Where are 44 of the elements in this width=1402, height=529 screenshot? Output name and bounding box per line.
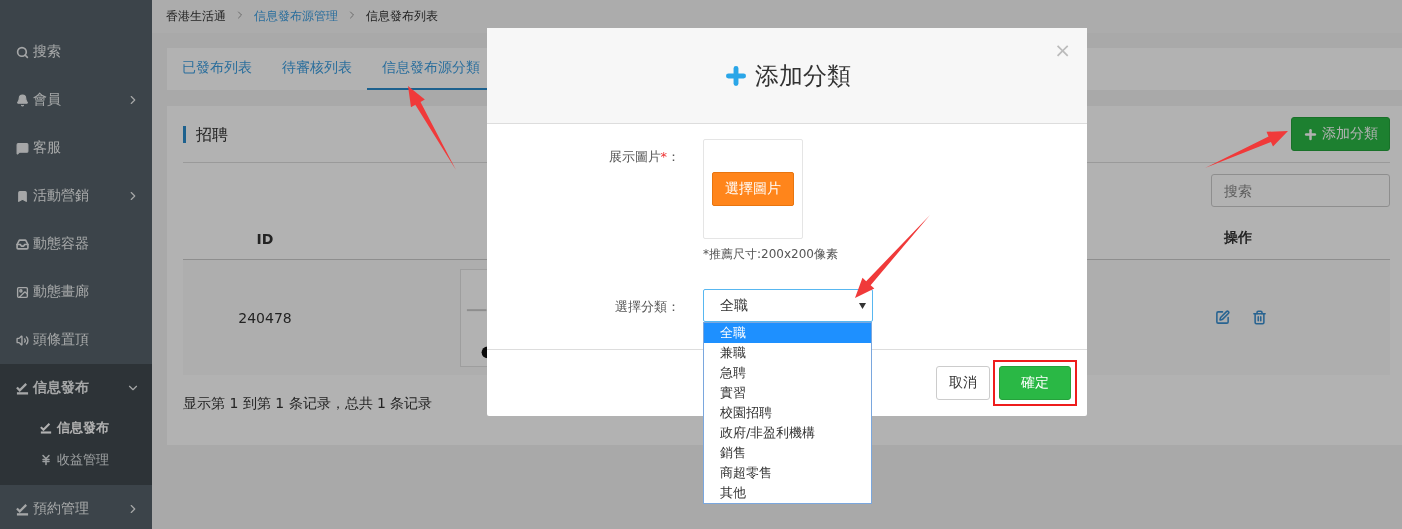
sidebar-subitem[interactable]: 信息發布: [0, 412, 152, 444]
sidebar-item[interactable]: 會員: [0, 76, 152, 124]
tab[interactable]: 已發布列表: [167, 48, 267, 90]
check-icon: [16, 381, 29, 395]
tab[interactable]: 待審核列表: [267, 48, 367, 90]
image-icon: [16, 285, 29, 299]
breadcrumb-item: 香港生活通: [166, 8, 226, 25]
breadcrumb-link[interactable]: 信息發布源管理: [254, 8, 338, 25]
sidebar-item[interactable]: 預約管理: [0, 485, 152, 529]
category-select[interactable]: 全職: [703, 289, 873, 322]
search-field[interactable]: 搜索: [1211, 174, 1390, 207]
sidebar-item[interactable]: 客服: [0, 124, 152, 172]
sidebar-item[interactable]: 活動營銷: [0, 172, 152, 220]
add-category-button[interactable]: 添加分類: [1291, 117, 1390, 151]
field-label: 選擇分類：: [615, 299, 680, 314]
cancel-button[interactable]: 取消: [936, 366, 990, 400]
sidebar-item[interactable]: 頭條置頂: [0, 316, 152, 364]
search-icon: [16, 45, 29, 59]
field-label: 展示圖片*：: [608, 149, 680, 164]
speech-bubble-icon: [16, 141, 29, 155]
record-count: 显示第 1 到第 1 条记录，总共 1 条记录: [183, 395, 433, 413]
check-icon: [40, 422, 52, 434]
dropdown-option[interactable]: 全職: [704, 323, 871, 343]
speaker-icon: [16, 333, 29, 347]
check-icon: [16, 502, 29, 516]
edit-icon[interactable]: [1215, 310, 1230, 325]
sidebar-item[interactable]: 動態容器: [0, 220, 152, 268]
choose-image-button[interactable]: 選擇圖片: [712, 172, 794, 206]
breadcrumb-item: 信息發布列表: [366, 8, 438, 25]
bell-icon: [16, 93, 29, 107]
sidebar-item[interactable]: 動態畫廊: [0, 268, 152, 316]
plus-icon: [1303, 126, 1318, 142]
panel-title: 招聘: [183, 125, 228, 143]
bookmark-icon: [16, 189, 29, 203]
size-hint: *推薦尺寸:200x200像素: [703, 246, 839, 263]
yen-icon: [40, 454, 52, 466]
confirm-button[interactable]: 確定: [999, 366, 1071, 400]
sidebar-item[interactable]: 搜索: [0, 28, 152, 76]
inbox-icon: [16, 237, 29, 251]
table-cell: 240478: [183, 260, 347, 375]
sidebar-subitem[interactable]: 收益管理: [0, 444, 152, 476]
trash-icon[interactable]: [1252, 310, 1267, 325]
caret-icon: [859, 302, 866, 309]
dialog-title: 添加分類: [755, 60, 851, 92]
